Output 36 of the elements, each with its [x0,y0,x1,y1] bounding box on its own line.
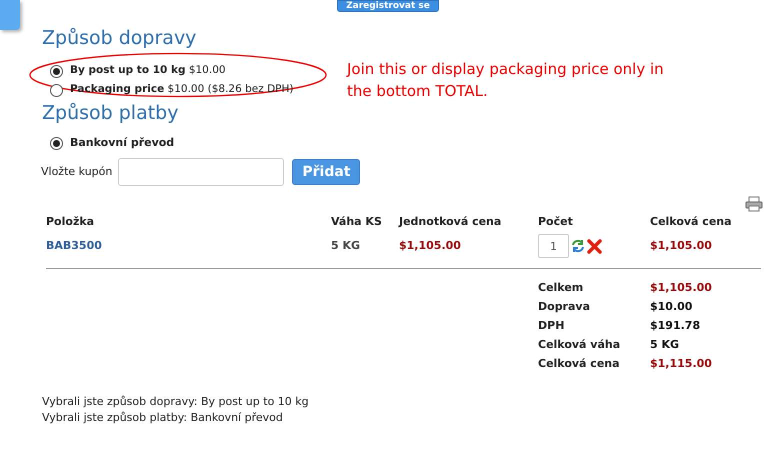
column-header: Celková cena [650,214,733,230]
table-cell-text: $1,105.00 [399,238,462,254]
summary-label: Celková váha [538,337,622,354]
shipping-option-label: By post up to 10 kg $10.00 [70,63,226,78]
register-button[interactable]: Zaregistrovat se [337,0,439,12]
radio-button[interactable] [50,64,63,78]
summary-label: Celkem [538,280,584,296]
column-header: Položka [46,214,96,230]
section-heading: Způsob dopravy [42,26,198,50]
column-header: Počet [538,214,574,230]
item-link[interactable]: BAB3500 [46,238,331,254]
selection-summary-text: Vybrali jste způsob dopravy: By post up to 10 kg [42,394,310,410]
summary-label: Celková cena [538,356,621,372]
printer-icon[interactable] [745,196,763,212]
refresh-icon[interactable] [571,239,585,253]
column-header: Váha KS [331,214,383,230]
summary-value: $191.78 [650,318,702,334]
payment-option-label: Bankovní převod [70,134,174,151]
annotation-note: Join this or display packaging price only in the bottom TOTAL. [347,59,665,102]
summary-label: DPH [538,318,566,334]
summary-value: $1,105.00 [650,280,713,296]
coupon-field[interactable] [118,158,284,186]
column-header: Jednotková cena [399,214,502,230]
table-cell-text: $1,105.00 [650,238,713,254]
selection-summary-text: Vybrali jste způsob platby: Bankovní převod [42,410,284,426]
table-cell-text: 5 KG [331,238,362,254]
radio-button[interactable] [50,136,63,150]
summary-label: Doprava [538,299,592,316]
radio-button[interactable] [50,84,63,96]
section-heading: Způsob platby [42,101,180,125]
summary-value: $1,115.00 [650,356,713,372]
delete-icon[interactable] [587,238,602,254]
quantity-field[interactable]: 1 [538,234,569,258]
coupon-label: Vložte kupón [41,164,112,180]
summary-value: 5 KG [650,337,680,354]
summary-value: $10.00 [650,299,694,316]
